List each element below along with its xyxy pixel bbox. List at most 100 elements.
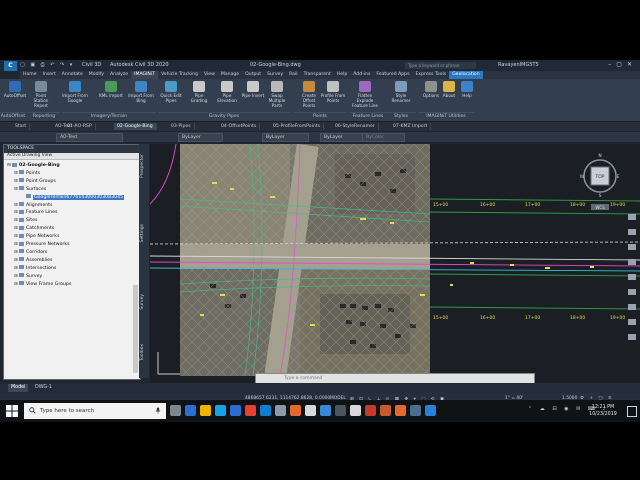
- layout-tab-model[interactable]: Model: [8, 384, 29, 392]
- tree-node[interactable]: ⊞ Pipe Networks: [14, 233, 59, 240]
- ribbon-tab-rail[interactable]: Rail: [286, 71, 300, 79]
- layer-dropdown[interactable]: AO-Text: [56, 133, 123, 142]
- ribbon-button-autooffset[interactable]: AutoOffset: [2, 81, 28, 111]
- file-tab-06-stylerenamer[interactable]: 06-StyleRenamer: [332, 123, 379, 130]
- tree-node[interactable]: ⊞ Point Groups: [14, 178, 56, 185]
- ribbon-button-help[interactable]: Help: [454, 81, 480, 111]
- ribbon-button-pipe-elevation[interactable]: Pipe Elevation: [214, 81, 240, 111]
- taskbar-app-icon[interactable]: [305, 405, 316, 416]
- file-tab-03-pipes[interactable]: 03-Pipes: [168, 123, 195, 130]
- toolspace-scrollbar[interactable]: [133, 285, 138, 373]
- file-tab-01-ao-rsp[interactable]: 01-AO-RSP: [64, 123, 96, 130]
- help-search-input[interactable]: Type a keyword or phrase: [405, 62, 476, 69]
- file-tab-02-google-bing[interactable]: 02-Google-Bing: [114, 123, 157, 130]
- ribbon-tab-manage[interactable]: Manage: [218, 71, 242, 79]
- ribbon-tab-geolocation[interactable]: Geolocation: [449, 71, 483, 79]
- taskbar-app-icon[interactable]: [170, 405, 181, 416]
- tree-node[interactable]: ⊞ Catchments: [14, 225, 54, 232]
- ribbon-button-import-from-google[interactable]: Import From Google: [62, 81, 88, 111]
- ribbon-button-kml-import[interactable]: KML Import: [98, 81, 124, 111]
- taskbar-app-icon[interactable]: [335, 405, 346, 416]
- tree-node[interactable]: ⊞ Alignments: [14, 202, 52, 209]
- tree-node[interactable]: ⊞ View Frame Groups: [14, 281, 71, 288]
- ribbon-button-quick-edit-pipes[interactable]: Quick Edit Pipes: [158, 81, 184, 111]
- side-palette-prospector[interactable]: Prospector: [140, 154, 145, 178]
- taskbar-app-icon[interactable]: [230, 405, 241, 416]
- tree-node[interactable]: ⊞ Intersections: [14, 265, 56, 272]
- ribbon-panel-label[interactable]: IMAGINiT Utilities: [418, 112, 474, 121]
- ribbon-panel-label[interactable]: Feature Lines: [350, 112, 386, 121]
- taskbar-app-icon[interactable]: [395, 405, 406, 416]
- ribbon-button-pipe-invert[interactable]: Pipe Invert: [240, 81, 266, 111]
- file-tab-04-offsetpoints[interactable]: 04-OffsetPoints: [218, 123, 261, 130]
- ribbon-button-point-station-report[interactable]: Point Station Report: [28, 81, 54, 111]
- ribbon-tab-vehicle-tracking[interactable]: Vehicle Tracking: [158, 71, 201, 79]
- ribbon-button-profile-from-points[interactable]: Profile From Points: [320, 81, 346, 111]
- ribbon-tab-view[interactable]: View: [201, 71, 218, 79]
- taskbar-app-icon[interactable]: [380, 405, 391, 416]
- ribbon-tab-transparent[interactable]: Transparent: [301, 71, 334, 79]
- ribbon-tab-modify[interactable]: Modify: [86, 71, 107, 79]
- ribbon-button-flatten-explode-feature-line[interactable]: Flatten Explode Feature Line: [352, 81, 378, 111]
- ribbon-tab-annotate[interactable]: Annotate: [59, 71, 86, 79]
- ribbon-button-create-offset-points[interactable]: Create Offset Points: [296, 81, 322, 111]
- linetype-dropdown[interactable]: ByLayer: [262, 133, 309, 142]
- microphone-icon[interactable]: [155, 407, 161, 414]
- taskbar-app-icon[interactable]: [410, 405, 421, 416]
- taskbar-app-icon[interactable]: [365, 405, 376, 416]
- tree-node[interactable]: ⊞ Points: [14, 170, 40, 177]
- ribbon-panel-label[interactable]: Gravity Pipes: [158, 112, 290, 121]
- taskbar-app-icon[interactable]: [425, 405, 436, 416]
- taskbar-app-icon[interactable]: [200, 405, 211, 416]
- windows-start-icon[interactable]: [6, 405, 18, 417]
- file-tab-07-kmz-import[interactable]: 07-KMZ Import: [390, 123, 432, 130]
- ribbon-panel-label[interactable]: Points: [294, 112, 346, 121]
- taskbar-app-icon[interactable]: [275, 405, 286, 416]
- ribbon-panel-label[interactable]: Reporting: [28, 112, 60, 121]
- taskbar-app-icon[interactable]: [320, 405, 331, 416]
- ribbon-button-import-from-bing[interactable]: Import From Bing: [128, 81, 154, 111]
- tree-node[interactable]: ⊞ Sites: [14, 217, 37, 224]
- ribbon-panel-label[interactable]: AutoOffset: [0, 112, 26, 121]
- ribbon-tab-express-tools[interactable]: Express Tools: [413, 71, 450, 79]
- taskbar-app-icon[interactable]: [290, 405, 301, 416]
- taskbar-clock[interactable]: 12:21 PM 10/23/2019: [583, 404, 623, 418]
- taskbar-app-icon[interactable]: [185, 405, 196, 416]
- taskbar-app-icon[interactable]: [260, 405, 271, 416]
- window-controls[interactable]: –▢✕: [608, 61, 637, 68]
- tree-node[interactable]: ⊞ Survey: [14, 273, 42, 280]
- lineweight-dropdown[interactable]: ByLayer: [320, 133, 363, 142]
- ribbon-panel-label[interactable]: Styles: [386, 112, 416, 121]
- side-palette-survey[interactable]: Survey: [140, 294, 145, 310]
- toolspace-view-dropdown[interactable]: Active Drawing View: [4, 153, 140, 160]
- navigation-bar[interactable]: [628, 214, 636, 340]
- taskbar-search-input[interactable]: Type here to search: [24, 403, 166, 419]
- ribbon-tab-analyze[interactable]: Analyze: [107, 71, 131, 79]
- color-dropdown[interactable]: ByLayer: [178, 133, 223, 142]
- ribbon-tab-home[interactable]: Home: [20, 71, 40, 79]
- ribbon-button-pipe-grading[interactable]: Pipe Grading: [186, 81, 212, 111]
- ribbon-button-swap-multiple-parts[interactable]: Swap Multiple Parts: [264, 81, 290, 111]
- drawing-viewport[interactable]: 15+00 16+00 17+00 18+00 19+00 15+00 16+00 17+00…: [150, 144, 640, 384]
- ribbon-panel-label[interactable]: Imagery/Terrain: [62, 112, 156, 121]
- taskbar-app-icon[interactable]: [350, 405, 361, 416]
- tree-node[interactable]: GoogleTerrain6776143000303083045: [21, 194, 125, 201]
- ribbon-tab-survey[interactable]: Survey: [264, 71, 286, 79]
- plotstyle-dropdown[interactable]: ByColor: [362, 133, 405, 142]
- ribbon-tab-add-ins[interactable]: Add-ins: [350, 71, 373, 79]
- ribbon-tab-imaginit[interactable]: IMAGINiT: [131, 71, 158, 79]
- tree-node[interactable]: ⊞ Surfaces: [14, 186, 46, 193]
- file-tab-05-profilefrompoints[interactable]: 05-ProfileFromPoints: [270, 123, 324, 130]
- user-account[interactable]: RavayenIMG5T5: [498, 62, 539, 68]
- command-input[interactable]: Type a command: [284, 375, 322, 382]
- quick-access-toolbar[interactable]: ▢ ▣ ⎙ ↶ ↷ ▾: [20, 62, 74, 68]
- ribbon-tab-output[interactable]: Output: [242, 71, 264, 79]
- ribbon-button-style-renamer[interactable]: Style Renamer: [388, 81, 414, 111]
- app-logo[interactable]: C: [4, 61, 17, 71]
- tree-node[interactable]: ⊞ Pressure Networks: [14, 241, 70, 248]
- tree-node[interactable]: ⊞ Feature Lines: [14, 209, 57, 216]
- side-palette-settings[interactable]: Settings: [140, 224, 145, 242]
- viewcube[interactable]: TOP N E S W WCS: [580, 153, 620, 210]
- ribbon-tab-help[interactable]: Help: [334, 71, 350, 79]
- taskbar-app-icon[interactable]: [215, 405, 226, 416]
